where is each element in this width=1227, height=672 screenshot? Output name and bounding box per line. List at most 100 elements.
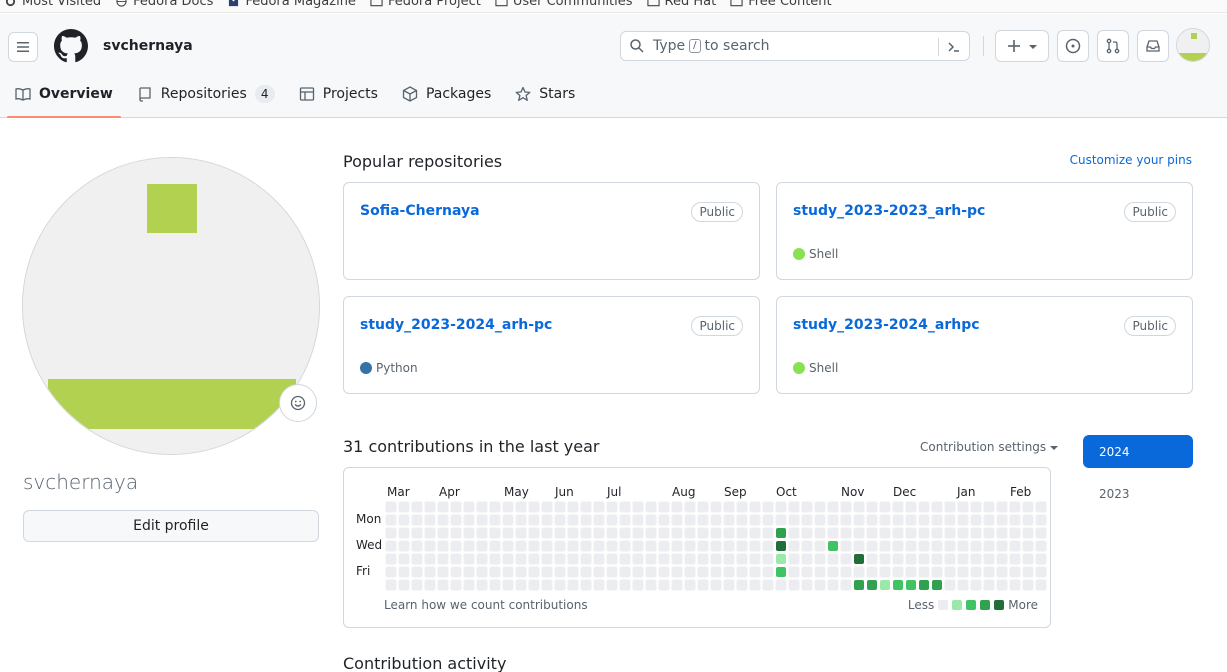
contribution-day[interactable] xyxy=(424,540,436,552)
contribution-day[interactable] xyxy=(541,579,553,591)
contribution-day[interactable] xyxy=(450,514,462,526)
contribution-day[interactable] xyxy=(580,501,592,513)
contribution-day[interactable] xyxy=(593,540,605,552)
contribution-day[interactable] xyxy=(944,566,956,578)
contribution-day[interactable] xyxy=(710,553,722,565)
contribution-day[interactable] xyxy=(801,579,813,591)
contribution-day[interactable] xyxy=(762,553,774,565)
bookmark-free-content[interactable]: Free Content xyxy=(730,0,832,9)
tab-overview[interactable]: Overview xyxy=(7,78,121,118)
contribution-day[interactable] xyxy=(385,553,397,565)
contribution-day[interactable] xyxy=(905,501,917,513)
contribution-day[interactable] xyxy=(541,527,553,539)
contribution-day[interactable] xyxy=(684,553,696,565)
contribution-day[interactable] xyxy=(476,553,488,565)
contribution-day[interactable] xyxy=(554,527,566,539)
contribution-day[interactable] xyxy=(996,527,1008,539)
contribution-day[interactable] xyxy=(866,553,878,565)
issues-button[interactable] xyxy=(1057,30,1089,62)
contribution-day[interactable] xyxy=(749,514,761,526)
contribution-day[interactable] xyxy=(476,540,488,552)
contribution-day[interactable] xyxy=(996,579,1008,591)
contribution-day[interactable] xyxy=(879,566,891,578)
contribution-day[interactable] xyxy=(957,566,969,578)
tab-projects[interactable]: Projects xyxy=(291,78,386,110)
contribution-day[interactable] xyxy=(1022,540,1034,552)
contribution-day[interactable] xyxy=(996,501,1008,513)
bookmark-fedora-docs[interactable]: Fedora Docs xyxy=(115,0,213,9)
contribution-day[interactable] xyxy=(632,566,644,578)
contribution-day[interactable] xyxy=(606,514,618,526)
contribution-settings-dropdown[interactable]: Contribution settings xyxy=(920,440,1059,454)
contribution-day[interactable] xyxy=(645,579,657,591)
contribution-day[interactable] xyxy=(671,579,683,591)
contribution-day[interactable] xyxy=(776,528,786,538)
contribution-day[interactable] xyxy=(476,579,488,591)
contribution-day[interactable] xyxy=(671,527,683,539)
contribution-day[interactable] xyxy=(619,514,631,526)
contribution-day[interactable] xyxy=(671,501,683,513)
contribution-day[interactable] xyxy=(880,580,890,590)
contribution-day[interactable] xyxy=(775,579,787,591)
contribution-day[interactable] xyxy=(749,566,761,578)
contribution-day[interactable] xyxy=(879,553,891,565)
contribution-day[interactable] xyxy=(658,566,670,578)
contribution-day[interactable] xyxy=(541,553,553,565)
contribution-day[interactable] xyxy=(476,527,488,539)
contribution-day[interactable] xyxy=(919,580,929,590)
contribution-day[interactable] xyxy=(463,553,475,565)
contribution-day[interactable] xyxy=(528,540,540,552)
contribution-day[interactable] xyxy=(723,527,735,539)
contribution-day[interactable] xyxy=(385,501,397,513)
contribution-day[interactable] xyxy=(450,553,462,565)
contribution-day[interactable] xyxy=(723,579,735,591)
contribution-day[interactable] xyxy=(632,501,644,513)
contribution-day[interactable] xyxy=(1035,527,1047,539)
contribution-day[interactable] xyxy=(554,514,566,526)
contribution-day[interactable] xyxy=(710,566,722,578)
contribution-day[interactable] xyxy=(1035,540,1047,552)
profile-avatar[interactable] xyxy=(22,157,320,455)
set-status-button[interactable] xyxy=(279,384,317,422)
contribution-day[interactable] xyxy=(853,527,865,539)
tab-stars[interactable]: Stars xyxy=(507,78,583,110)
contribution-day[interactable] xyxy=(697,553,709,565)
contribution-day[interactable] xyxy=(788,579,800,591)
contribution-day[interactable] xyxy=(502,540,514,552)
contribution-day[interactable] xyxy=(437,540,449,552)
contribution-day[interactable] xyxy=(567,540,579,552)
contribution-day[interactable] xyxy=(528,514,540,526)
contribution-day[interactable] xyxy=(762,514,774,526)
contribution-day[interactable] xyxy=(567,514,579,526)
contribution-day[interactable] xyxy=(814,527,826,539)
contribution-day[interactable] xyxy=(1009,566,1021,578)
contribution-day[interactable] xyxy=(970,514,982,526)
contribution-day[interactable] xyxy=(424,501,436,513)
contribution-day[interactable] xyxy=(515,579,527,591)
contribution-day[interactable] xyxy=(398,527,410,539)
contribution-day[interactable] xyxy=(502,553,514,565)
contribution-day[interactable] xyxy=(814,566,826,578)
contribution-day[interactable] xyxy=(814,540,826,552)
contribution-day[interactable] xyxy=(580,566,592,578)
contribution-day[interactable] xyxy=(801,514,813,526)
repo-link[interactable]: study_2023-2024_arhpc xyxy=(793,317,980,333)
contribution-day[interactable] xyxy=(996,514,1008,526)
contribution-day[interactable] xyxy=(762,527,774,539)
contribution-day[interactable] xyxy=(827,501,839,513)
contribution-day[interactable] xyxy=(736,553,748,565)
contribution-day[interactable] xyxy=(411,553,423,565)
contribution-day[interactable] xyxy=(580,579,592,591)
contribution-day[interactable] xyxy=(1009,553,1021,565)
contribution-day[interactable] xyxy=(892,566,904,578)
contribution-day[interactable] xyxy=(892,553,904,565)
contribution-day[interactable] xyxy=(866,501,878,513)
contribution-day[interactable] xyxy=(541,566,553,578)
contribution-day[interactable] xyxy=(931,553,943,565)
menu-button[interactable] xyxy=(8,32,38,62)
contribution-day[interactable] xyxy=(463,527,475,539)
contribution-day[interactable] xyxy=(515,566,527,578)
contribution-day[interactable] xyxy=(905,553,917,565)
contribution-day[interactable] xyxy=(840,566,852,578)
contribution-day[interactable] xyxy=(983,553,995,565)
